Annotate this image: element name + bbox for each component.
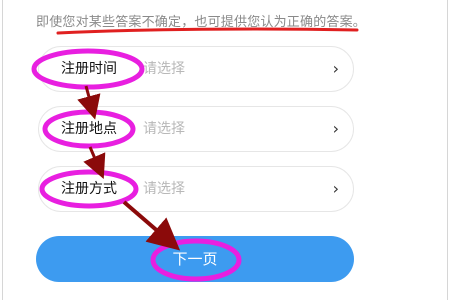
- field-label: 注册时间: [61, 61, 117, 77]
- registration-time-select[interactable]: 注册时间 请选择 ›: [38, 46, 354, 92]
- chevron-right-icon: ›: [332, 119, 339, 138]
- left-border: [2, 0, 3, 300]
- field-placeholder: 请选择: [143, 181, 185, 197]
- right-border: [447, 0, 448, 300]
- field-label: 注册方式: [61, 181, 117, 197]
- instruction-text: 即使您对某些答案不确定，也可提供您认为正确的答案。: [36, 15, 367, 30]
- next-page-button[interactable]: 下一页: [36, 236, 354, 282]
- registration-place-select[interactable]: 注册地点 请选择 ›: [38, 106, 354, 152]
- chevron-right-icon: ›: [332, 59, 339, 78]
- registration-method-select[interactable]: 注册方式 请选择 ›: [38, 166, 354, 212]
- field-placeholder: 请选择: [143, 121, 185, 137]
- field-label: 注册地点: [61, 121, 117, 137]
- chevron-right-icon: ›: [332, 179, 339, 198]
- field-placeholder: 请选择: [143, 61, 185, 77]
